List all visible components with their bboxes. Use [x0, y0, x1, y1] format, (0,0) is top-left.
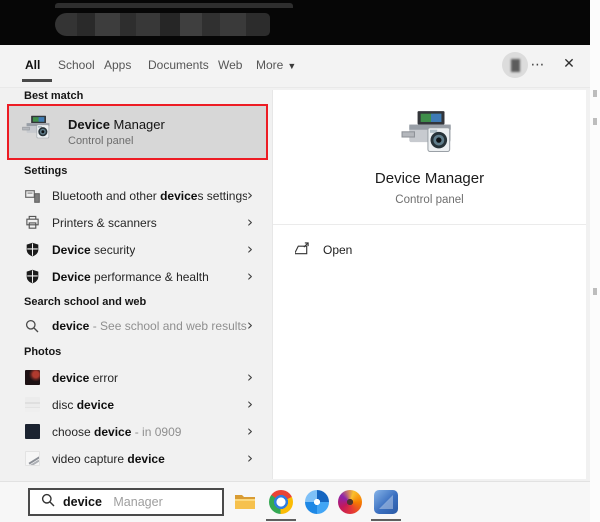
photo-thumbnail-icon — [24, 370, 40, 385]
chevron-down-icon: ▼ — [287, 61, 296, 71]
chrome-icon[interactable] — [269, 490, 293, 514]
section-label-search-school-web: Search school and web — [24, 296, 146, 308]
tab-all[interactable]: All — [25, 58, 40, 72]
chevron-right-icon: › — [247, 424, 253, 439]
open-action[interactable]: Open — [283, 236, 364, 264]
tab-all-label: All — [25, 58, 40, 72]
list-item-photo-disc-device[interactable]: disc device › — [0, 391, 272, 418]
running-indicator — [371, 519, 401, 521]
list-item-label: Bluetooth and other devices settings — [52, 189, 247, 203]
close-icon[interactable]: ✕ — [560, 55, 578, 72]
device-manager-icon-large — [401, 108, 459, 171]
preview-panel: Device Manager Control panel Open — [272, 90, 586, 479]
chevron-right-icon: › — [247, 451, 253, 466]
tab-documents-label: Documents — [148, 58, 209, 72]
list-item-photo-video-capture-device[interactable]: video capture device › — [0, 445, 272, 472]
list-item-photo-choose-device[interactable]: choose device - in 0909 › — [0, 418, 272, 445]
redacted-window-title — [55, 13, 270, 36]
preview-subtitle: Control panel — [273, 194, 586, 206]
tab-school-label: School — [58, 58, 95, 72]
list-item-device-security[interactable]: Device security › — [0, 236, 272, 263]
section-label-photos: Photos — [24, 346, 61, 358]
chevron-right-icon: › — [247, 269, 253, 284]
options-ellipsis-icon[interactable]: ⋯ — [527, 56, 549, 73]
open-window-icon — [295, 241, 310, 259]
section-label-best-match: Best match — [24, 90, 83, 102]
divider — [273, 224, 586, 225]
app-blue-icon[interactable] — [305, 490, 329, 514]
chevron-right-icon: › — [247, 242, 253, 257]
list-item-label: choose device - in 0909 — [52, 425, 181, 439]
list-item-photo-device-error[interactable]: device error › — [0, 364, 272, 391]
window-titlebar — [0, 0, 590, 45]
chevron-right-icon: › — [247, 188, 253, 203]
annotation-red-box: Device Manager Control panel — [7, 104, 268, 160]
chevron-right-icon: › — [247, 318, 253, 333]
taskbar: device Manager — [0, 481, 600, 522]
avatar-redacted — [511, 59, 520, 72]
best-match-subtitle: Control panel — [68, 135, 165, 147]
chevron-right-icon: › — [247, 215, 253, 230]
list-item-label: Device performance & health — [52, 270, 209, 284]
preview-title: Device Manager — [273, 170, 586, 187]
search-icon — [24, 319, 40, 333]
page-scrollbar[interactable] — [590, 0, 600, 522]
search-typed-text: device — [63, 495, 102, 509]
search-results-area: Best match — [0, 88, 590, 481]
section-label-settings: Settings — [24, 165, 67, 177]
photo-thumbnail-icon — [24, 397, 40, 412]
list-item-device-performance-health[interactable]: Device performance & health › — [0, 263, 272, 290]
list-item-bluetooth-devices-settings[interactable]: Bluetooth and other devices settings › — [0, 182, 272, 209]
printer-icon — [24, 215, 40, 230]
tab-apps-label: Apps — [104, 58, 131, 72]
tab-apps[interactable]: Apps — [104, 58, 131, 72]
bluetooth-devices-icon — [24, 188, 40, 203]
list-item-label: disc device — [52, 398, 114, 412]
list-item-label: device - See school and web results — [52, 319, 247, 333]
browser-tab-redacted — [55, 3, 293, 8]
tab-web[interactable]: Web — [218, 58, 242, 72]
chevron-right-icon: › — [247, 370, 253, 385]
photo-thumbnail-icon — [24, 451, 40, 466]
windows-search-flyout: All School Apps Documents Web More▼ ⋯ ✕ … — [0, 0, 600, 522]
search-filter-tabs: All School Apps Documents Web More ▼ ⋯ ✕ — [0, 45, 590, 88]
list-item-web-search-device[interactable]: device - See school and web results › — [0, 312, 272, 339]
list-item-printers-scanners[interactable]: Printers & scanners › — [0, 209, 272, 236]
device-manager-icon — [22, 114, 54, 151]
list-item-label: Printers & scanners — [52, 216, 157, 230]
open-label: Open — [323, 243, 352, 257]
active-tab-underline — [22, 79, 52, 82]
best-match-item-device-manager[interactable]: Device Manager Control panel — [9, 106, 266, 158]
app-orange-icon[interactable] — [338, 490, 362, 514]
search-icon — [41, 493, 55, 512]
tab-web-label: Web — [218, 58, 242, 72]
app-blue-square-icon[interactable] — [374, 490, 398, 514]
file-explorer-icon[interactable] — [233, 490, 257, 514]
tab-school[interactable]: School — [58, 58, 95, 72]
shield-icon — [24, 269, 40, 284]
best-match-title: Device Manager — [68, 117, 165, 132]
photo-thumbnail-icon — [24, 424, 40, 439]
tab-more[interactable]: More ▼ — [256, 58, 296, 72]
list-item-label: device error — [52, 371, 118, 385]
list-item-label: video capture device — [52, 452, 165, 466]
user-avatar[interactable] — [502, 52, 528, 78]
list-item-label: Device security — [52, 243, 135, 257]
tab-more-label: More — [256, 58, 283, 72]
search-suggestion-text: Manager — [110, 495, 163, 509]
running-indicator — [266, 519, 296, 521]
taskbar-search-box[interactable]: device Manager — [28, 488, 224, 516]
shield-icon — [24, 242, 40, 257]
chevron-right-icon: › — [247, 397, 253, 412]
tab-documents[interactable]: Documents — [148, 58, 209, 72]
